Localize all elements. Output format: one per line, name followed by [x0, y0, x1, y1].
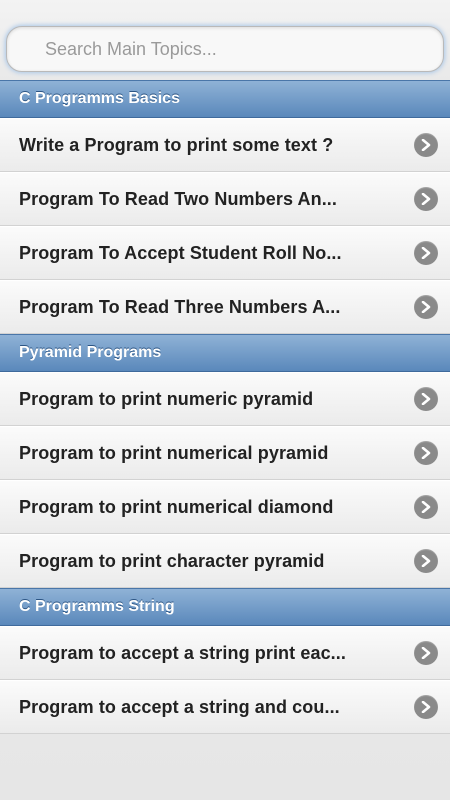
- list-item[interactable]: Program To Accept Student Roll No...: [0, 226, 450, 280]
- list-item-label: Program to accept a string and cou...: [19, 696, 340, 717]
- list-item-label: Program To Accept Student Roll No...: [19, 242, 342, 263]
- list-item-label: Program To Read Three Numbers A...: [19, 296, 341, 317]
- chevron-right-circle-icon: [414, 241, 438, 265]
- app-screen: C Programms Basics Write a Program to pr…: [0, 0, 450, 800]
- chevron-right-circle-icon: [414, 641, 438, 665]
- chevron-right-circle-icon: [414, 133, 438, 157]
- list-item[interactable]: Program to print numerical pyramid: [0, 426, 450, 480]
- chevron-right-circle-icon: [414, 187, 438, 211]
- list-item[interactable]: Program to print numerical diamond: [0, 480, 450, 534]
- list-item-label: Program to accept a string print eac...: [19, 642, 346, 663]
- list-item[interactable]: Program To Read Three Numbers A...: [0, 280, 450, 334]
- chevron-right-circle-icon: [414, 441, 438, 465]
- list-item[interactable]: Program To Read Two Numbers An...: [0, 172, 450, 226]
- list-item-label: Program To Read Two Numbers An...: [19, 188, 338, 209]
- list-item[interactable]: Program to print character pyramid: [0, 534, 450, 588]
- list-item-label: Program to print numerical pyramid: [19, 442, 329, 463]
- chevron-right-circle-icon: [414, 495, 438, 519]
- topic-list: C Programms Basics Write a Program to pr…: [0, 80, 450, 734]
- search-bar: [0, 0, 450, 80]
- list-item-label: Program to print numeric pyramid: [19, 388, 314, 409]
- chevron-right-circle-icon: [414, 295, 438, 319]
- list-item[interactable]: Write a Program to print some text ?: [0, 118, 450, 172]
- list-item-label: Write a Program to print some text ?: [19, 134, 334, 155]
- search-input[interactable]: [6, 26, 444, 72]
- list-item-label: Program to print character pyramid: [19, 550, 325, 571]
- list-item[interactable]: Program to accept a string and cou...: [0, 680, 450, 734]
- list-item[interactable]: Program to print numeric pyramid: [0, 372, 450, 426]
- list-item-label: Program to print numerical diamond: [19, 496, 334, 517]
- list-divider-c-basics: C Programms Basics: [0, 80, 450, 118]
- chevron-right-circle-icon: [414, 549, 438, 573]
- list-divider-pyramid: Pyramid Programs: [0, 334, 450, 372]
- chevron-right-circle-icon: [414, 387, 438, 411]
- list-divider-c-string: C Programms String: [0, 588, 450, 626]
- chevron-right-circle-icon: [414, 695, 438, 719]
- list-item[interactable]: Program to accept a string print eac...: [0, 626, 450, 680]
